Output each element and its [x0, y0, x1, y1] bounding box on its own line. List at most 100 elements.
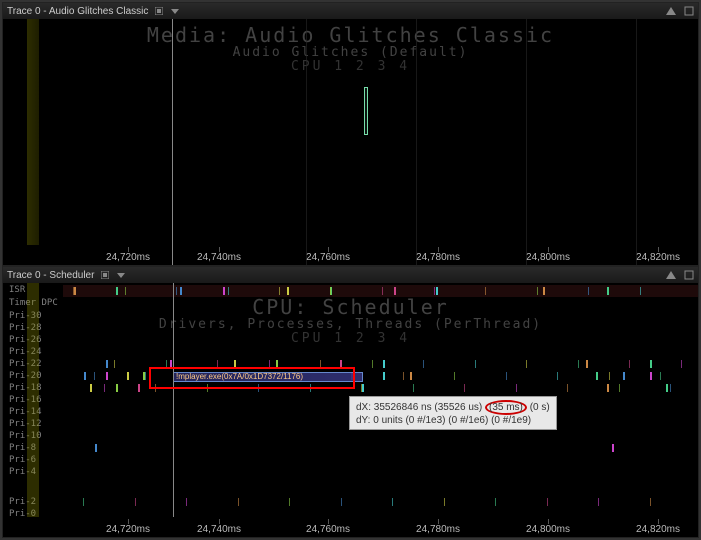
- panel-collapse-icon[interactable]: [664, 5, 678, 17]
- thread-event[interactable]: [258, 384, 259, 392]
- thread-event[interactable]: [155, 384, 156, 392]
- thread-event[interactable]: [341, 498, 342, 506]
- panel-header[interactable]: Trace 0 - Audio Glitches Classic: [3, 3, 698, 19]
- thread-event[interactable]: [607, 287, 609, 295]
- thread-event[interactable]: [681, 360, 682, 368]
- thread-event[interactable]: [543, 287, 545, 295]
- thread-event[interactable]: [650, 360, 652, 368]
- thread-event[interactable]: [586, 360, 588, 368]
- thread-event[interactable]: [475, 360, 476, 368]
- thread-event[interactable]: [516, 384, 517, 392]
- thread-event[interactable]: [145, 372, 146, 380]
- thread-event[interactable]: [607, 384, 609, 392]
- thread-event[interactable]: [537, 287, 538, 295]
- thread-event[interactable]: [557, 372, 558, 380]
- thread-event[interactable]: [106, 360, 108, 368]
- thread-event[interactable]: [434, 287, 435, 295]
- thread-event[interactable]: [340, 360, 342, 368]
- thread-event[interactable]: [234, 360, 236, 368]
- panel-dropdown-icon[interactable]: [116, 270, 126, 280]
- selected-thread-span[interactable]: !mplayer.exe(0x7A/0x1D7372/1176): [173, 372, 363, 382]
- thread-event[interactable]: [506, 372, 507, 380]
- thread-event[interactable]: [90, 384, 92, 392]
- thread-event[interactable]: [650, 498, 651, 506]
- thread-event[interactable]: [83, 498, 84, 506]
- thread-event[interactable]: [444, 498, 445, 506]
- thread-event[interactable]: [73, 287, 74, 295]
- thread-event[interactable]: [116, 287, 118, 295]
- panel-collapse-icon[interactable]: [664, 269, 678, 281]
- thread-event[interactable]: [660, 372, 661, 380]
- thread-event[interactable]: [320, 360, 321, 368]
- thread-event[interactable]: [114, 360, 115, 368]
- thread-event[interactable]: [394, 287, 396, 295]
- thread-event[interactable]: [383, 372, 385, 380]
- time-cursor[interactable]: [173, 283, 174, 517]
- thread-event[interactable]: [612, 444, 614, 452]
- thread-event[interactable]: [485, 287, 486, 295]
- thread-event[interactable]: [361, 384, 362, 392]
- thread-event[interactable]: [588, 287, 589, 295]
- panel-close-icon[interactable]: [682, 269, 696, 281]
- thread-event[interactable]: [623, 372, 625, 380]
- thread-event[interactable]: [104, 384, 105, 392]
- thread-event[interactable]: [223, 287, 225, 295]
- thread-event[interactable]: [238, 498, 239, 506]
- panel-dropdown-icon[interactable]: [170, 6, 180, 16]
- thread-event[interactable]: [276, 360, 278, 368]
- thread-event[interactable]: [609, 372, 610, 380]
- thread-event[interactable]: [598, 498, 599, 506]
- panel-menu-icon[interactable]: [154, 6, 164, 16]
- thread-event[interactable]: [106, 372, 108, 380]
- thread-event[interactable]: [279, 287, 280, 295]
- thread-event[interactable]: [578, 360, 579, 368]
- thread-event[interactable]: [423, 360, 424, 368]
- thread-event[interactable]: [464, 384, 465, 392]
- thread-event[interactable]: [372, 360, 373, 368]
- thread-event[interactable]: [135, 498, 136, 506]
- thread-event[interactable]: [186, 498, 187, 506]
- thread-event[interactable]: [176, 287, 177, 295]
- audio-glitch-marker[interactable]: [364, 87, 368, 135]
- thread-event[interactable]: [94, 372, 95, 380]
- thread-event[interactable]: [383, 360, 385, 368]
- thread-event[interactable]: [170, 360, 172, 368]
- thread-event[interactable]: [180, 287, 182, 295]
- thread-event[interactable]: [125, 287, 126, 295]
- thread-event[interactable]: [619, 384, 620, 392]
- thread-event[interactable]: [287, 287, 289, 295]
- thread-event[interactable]: [413, 384, 414, 392]
- thread-event[interactable]: [289, 498, 290, 506]
- thread-event[interactable]: [547, 498, 548, 506]
- thread-event[interactable]: [269, 360, 270, 368]
- thread-event[interactable]: [116, 384, 118, 392]
- audio-glitches-chart[interactable]: Media: Audio Glitches Classic Audio Glit…: [3, 19, 698, 265]
- thread-event[interactable]: [495, 498, 496, 506]
- thread-event[interactable]: [228, 287, 229, 295]
- thread-event[interactable]: [382, 287, 383, 295]
- thread-event[interactable]: [84, 372, 86, 380]
- thread-event[interactable]: [403, 372, 404, 380]
- thread-event[interactable]: [217, 360, 218, 368]
- thread-event[interactable]: [410, 372, 412, 380]
- panel-close-icon[interactable]: [682, 5, 696, 17]
- thread-event[interactable]: [526, 360, 527, 368]
- thread-event[interactable]: [567, 384, 568, 392]
- panel-header[interactable]: Trace 0 - Scheduler: [3, 267, 698, 283]
- thread-event[interactable]: [127, 372, 129, 380]
- thread-event[interactable]: [666, 384, 668, 392]
- thread-event[interactable]: [310, 384, 311, 392]
- thread-event[interactable]: [207, 384, 208, 392]
- thread-event[interactable]: [392, 498, 393, 506]
- thread-event[interactable]: [629, 360, 630, 368]
- thread-event[interactable]: [331, 287, 332, 295]
- thread-event[interactable]: [650, 372, 652, 380]
- thread-event[interactable]: [670, 384, 671, 392]
- thread-event[interactable]: [640, 287, 641, 295]
- thread-event[interactable]: [138, 384, 140, 392]
- panel-menu-icon[interactable]: [100, 270, 110, 280]
- thread-event[interactable]: [166, 360, 167, 368]
- thread-event[interactable]: [436, 287, 438, 295]
- thread-event[interactable]: [454, 372, 455, 380]
- thread-event[interactable]: [95, 444, 97, 452]
